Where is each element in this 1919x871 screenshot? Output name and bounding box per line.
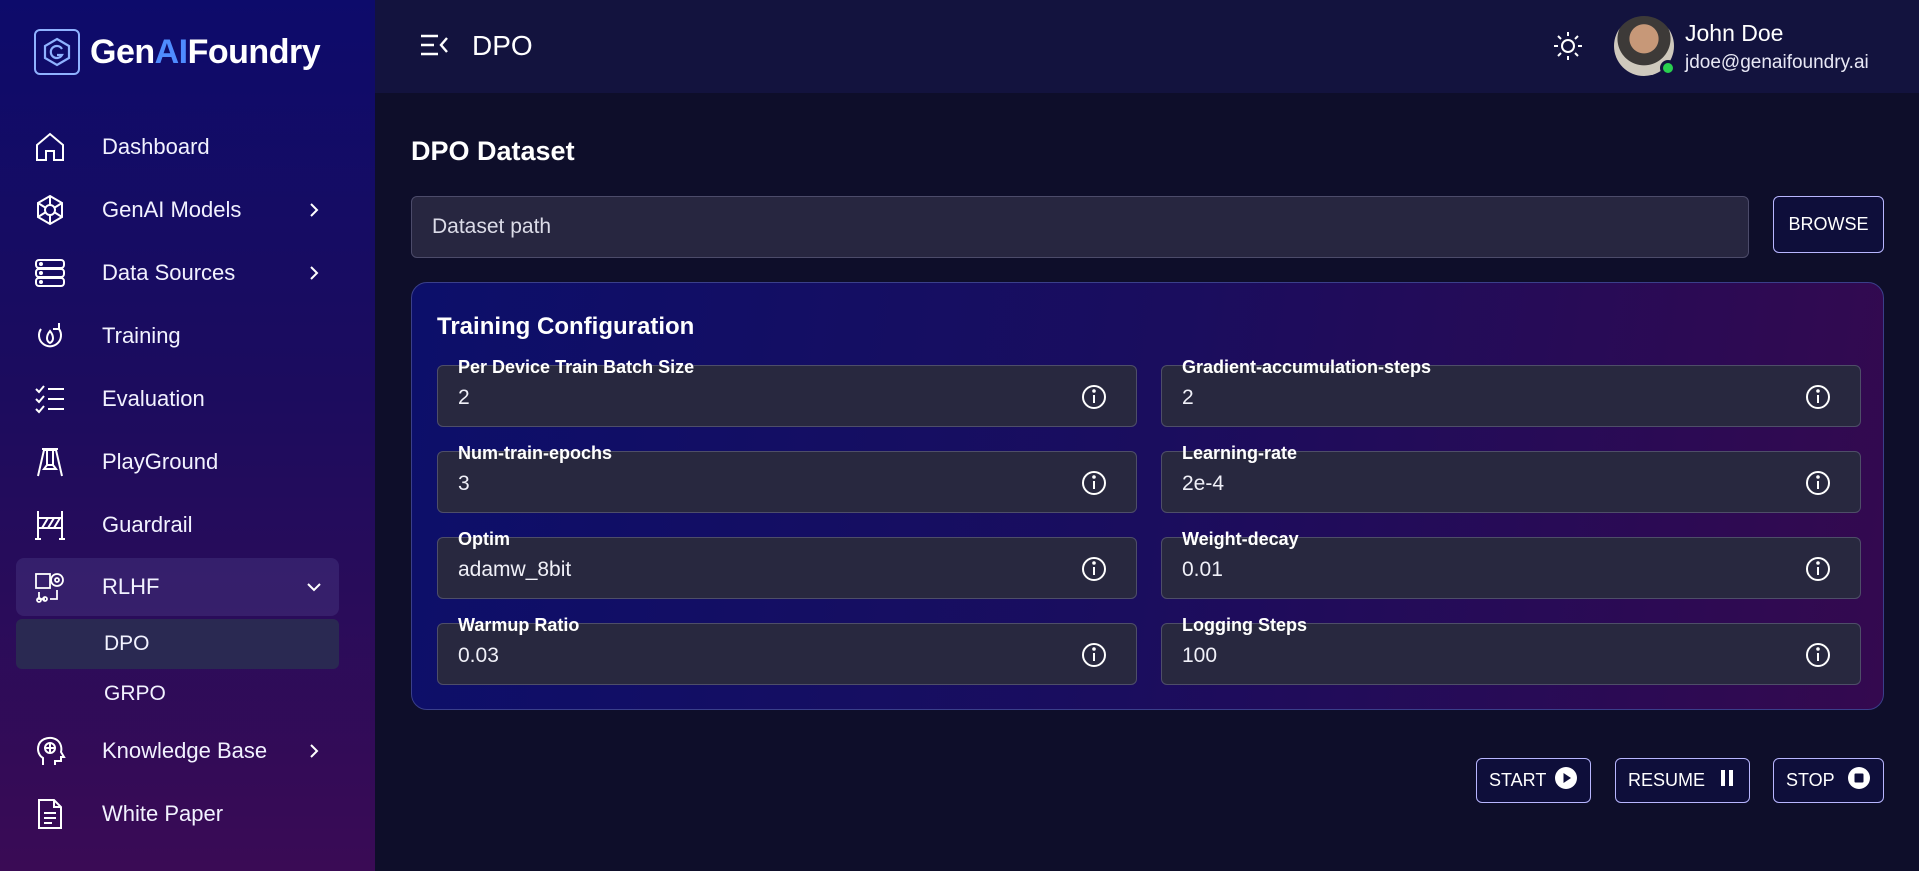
- stop-button[interactable]: STOP: [1773, 758, 1884, 803]
- field-value[interactable]: 2: [1182, 386, 1194, 410]
- field-label: Per Device Train Batch Size: [458, 357, 695, 377]
- sidebar-item-playground[interactable]: PlayGround: [0, 430, 375, 493]
- field-warmup-ratio[interactable]: Warmup Ratio 0.03: [437, 615, 1137, 685]
- brand-name: GenAIFoundry: [90, 32, 321, 71]
- field-value[interactable]: 100: [1182, 644, 1217, 668]
- user-name: John Doe: [1685, 20, 1784, 46]
- field-value[interactable]: 0.03: [458, 644, 499, 668]
- training-icon: [32, 318, 68, 354]
- stop-button-label: STOP: [1786, 770, 1835, 790]
- field-label: Learning-rate: [1182, 443, 1298, 463]
- barrier-icon: [32, 507, 68, 543]
- resume-button[interactable]: RESUME: [1615, 758, 1750, 803]
- config-title: Training Configuration: [437, 313, 695, 340]
- play-icon: [1554, 766, 1578, 795]
- info-icon[interactable]: [1804, 555, 1832, 583]
- field-value[interactable]: 3: [458, 472, 470, 496]
- sidebar-item-white-paper[interactable]: White Paper: [0, 782, 375, 845]
- field-value[interactable]: 2: [458, 386, 470, 410]
- info-icon[interactable]: [1804, 383, 1832, 411]
- sidebar-item-label: RLHF: [102, 574, 160, 599]
- field-per-device-train-batch-size[interactable]: Per Device Train Batch Size 2: [437, 357, 1137, 427]
- sidebar-item-label: GenAI Models: [102, 196, 242, 222]
- sidebar-item-label: White Paper: [102, 800, 224, 826]
- start-button-label: START: [1489, 770, 1547, 790]
- training-configuration-panel: Training Configuration Per Device Train …: [411, 282, 1884, 710]
- page-title: DPO: [472, 30, 533, 61]
- dataset-path-input[interactable]: [411, 196, 1749, 258]
- sidebar-item-label: Guardrail: [102, 511, 193, 537]
- info-icon[interactable]: [1080, 641, 1108, 669]
- field-num-train-epochs[interactable]: Num-train-epochs 3: [437, 443, 1137, 513]
- field-gradient-accumulation-steps[interactable]: Gradient-accumulation-steps 2: [1161, 357, 1861, 427]
- user-email: jdoe@genaifoundry.ai: [1685, 52, 1869, 73]
- sidebar-nav: Dashboard GenAI Models Data Sources Trai…: [0, 115, 375, 845]
- brain-head-icon: [32, 733, 68, 769]
- sidebar: GenAIFoundry Dashboard GenAI Models Data…: [0, 0, 375, 871]
- sidebar-subitem-label: DPO: [104, 632, 150, 655]
- database-icon: [32, 255, 68, 291]
- checklist-icon: [32, 381, 68, 417]
- playground-icon: [32, 444, 68, 480]
- sidebar-item-label: Data Sources: [102, 259, 236, 285]
- home-icon: [32, 129, 68, 165]
- field-learning-rate[interactable]: Learning-rate 2e-4: [1161, 443, 1861, 513]
- stop-icon: [1847, 766, 1871, 795]
- document-icon: [32, 796, 68, 832]
- field-label: Warmup Ratio: [458, 615, 580, 635]
- chevron-right-icon: [306, 202, 322, 218]
- info-icon[interactable]: [1080, 469, 1108, 497]
- field-label: Num-train-epochs: [458, 443, 613, 463]
- field-value[interactable]: 2e-4: [1182, 472, 1224, 496]
- info-icon[interactable]: [1080, 555, 1108, 583]
- start-button[interactable]: START: [1476, 758, 1591, 803]
- avatar[interactable]: [1614, 16, 1676, 76]
- sidebar-item-genai-models[interactable]: GenAI Models: [0, 178, 375, 241]
- sun-icon[interactable]: [1552, 30, 1584, 62]
- rlhf-icon: [32, 569, 68, 605]
- field-value[interactable]: 0.01: [1182, 558, 1223, 582]
- sidebar-item-label: Dashboard: [102, 133, 210, 159]
- info-icon[interactable]: [1804, 469, 1832, 497]
- field-label: Logging Steps: [1182, 615, 1307, 635]
- sidebar-item-guardrail[interactable]: Guardrail: [0, 493, 375, 556]
- field-logging-steps[interactable]: Logging Steps 100: [1161, 615, 1861, 685]
- top-header: DPO John Doe jdoe@genaifoundry.ai: [375, 0, 1919, 93]
- chevron-right-icon: [306, 743, 322, 759]
- field-label: Gradient-accumulation-steps: [1182, 357, 1432, 377]
- brand-logo[interactable]: GenAIFoundry: [34, 28, 321, 76]
- sidebar-subitem-grpo[interactable]: GRPO: [0, 669, 375, 719]
- sidebar-subitem-dpo[interactable]: DPO: [16, 619, 339, 669]
- resume-button-label: RESUME: [1628, 770, 1706, 790]
- browse-button[interactable]: BROWSE: [1773, 196, 1884, 253]
- online-status-indicator: [1660, 60, 1676, 76]
- network-icon: [32, 192, 68, 228]
- sidebar-item-evaluation[interactable]: Evaluation: [0, 367, 375, 430]
- field-weight-decay[interactable]: Weight-decay 0.01: [1161, 529, 1861, 599]
- menu-collapse-icon[interactable]: [419, 32, 449, 58]
- field-label: Weight-decay: [1182, 529, 1299, 549]
- field-optim[interactable]: Optim adamw_8bit: [437, 529, 1137, 599]
- sidebar-item-label: Training: [102, 322, 181, 348]
- dataset-section-title: DPO Dataset: [411, 136, 575, 166]
- pause-icon: [1717, 767, 1737, 794]
- info-icon[interactable]: [1080, 383, 1108, 411]
- info-icon[interactable]: [1804, 641, 1832, 669]
- sidebar-item-dashboard[interactable]: Dashboard: [0, 115, 375, 178]
- logo-mark-icon: [34, 29, 80, 75]
- chevron-right-icon: [306, 265, 322, 281]
- sidebar-item-label: Knowledge Base: [102, 737, 268, 763]
- sidebar-subitem-label: GRPO: [104, 682, 166, 705]
- chevron-down-icon: [306, 579, 322, 595]
- sidebar-item-knowledge-base[interactable]: Knowledge Base: [0, 719, 375, 782]
- sidebar-item-rlhf[interactable]: RLHF: [16, 558, 339, 616]
- sidebar-item-label: PlayGround: [102, 448, 219, 474]
- field-value[interactable]: adamw_8bit: [458, 558, 571, 582]
- field-label: Optim: [458, 529, 510, 549]
- sidebar-item-label: Evaluation: [102, 385, 205, 411]
- sidebar-item-data-sources[interactable]: Data Sources: [0, 241, 375, 304]
- sidebar-item-training[interactable]: Training: [0, 304, 375, 367]
